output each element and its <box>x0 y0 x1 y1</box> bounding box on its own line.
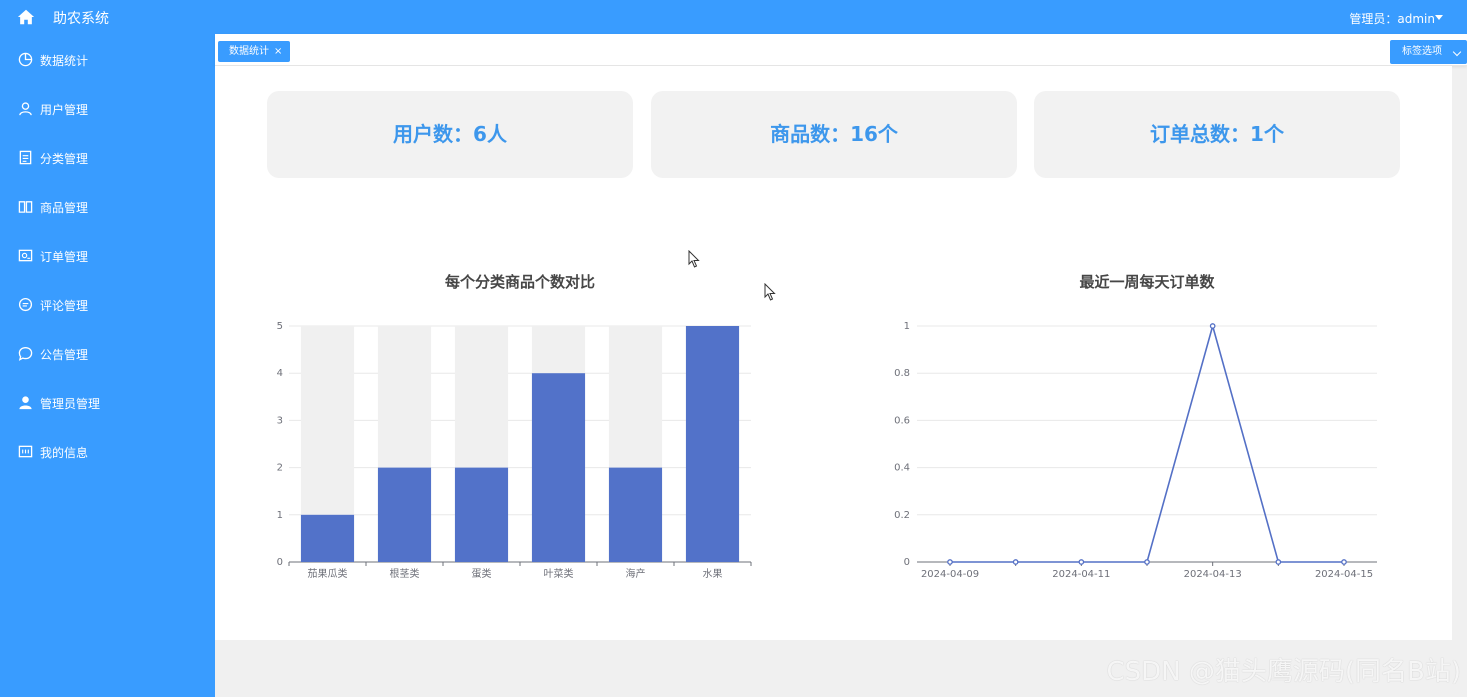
sidebar-item-admins[interactable]: 管理员管理 <box>0 383 215 423</box>
sidebar-item-label: 订单管理 <box>40 250 89 264</box>
order-icon <box>18 249 33 262</box>
sidebar-item-label: 商品管理 <box>40 201 89 215</box>
close-icon[interactable]: × <box>274 46 282 57</box>
x-tick-label: 水果 <box>703 568 723 580</box>
data-point <box>1209 323 1216 329</box>
data-point <box>1275 559 1282 565</box>
sidebar-item-label: 用户管理 <box>40 103 89 117</box>
x-tick-label: 蛋类 <box>472 567 492 580</box>
sidebar-item-stats[interactable]: 数据统计 <box>0 40 215 80</box>
sidebar-item-announcements[interactable]: 公告管理 <box>0 334 215 374</box>
bar <box>377 467 432 562</box>
sidebar-item-label: 分类管理 <box>40 152 89 166</box>
sidebar: 数据统计 用户管理 分类管理 商品管理 订单管理 评论管理 公告管理 管理员管理… <box>0 34 215 697</box>
bar <box>454 467 509 562</box>
y-tick-label: 0.2 <box>894 510 910 521</box>
x-tick-label: 海产 <box>626 567 646 580</box>
sidebar-item-products[interactable]: 商品管理 <box>0 187 215 227</box>
chevron-down-icon <box>1452 47 1462 57</box>
sidebar-item-users[interactable]: 用户管理 <box>0 89 215 129</box>
sidebar-item-orders[interactable]: 订单管理 <box>0 236 215 276</box>
bar <box>531 373 586 562</box>
data-point <box>1144 559 1150 565</box>
top-bar: 助农系统 管理员：admin <box>0 0 1467 34</box>
user-icon <box>19 102 32 116</box>
main-content: 用户数：6人 商品数：16个 订单总数：1个 每个分类商品个数对比 0 1 2 3 4 5 茄… <box>215 66 1452 640</box>
document-icon <box>19 150 32 165</box>
info-card-icon <box>18 445 33 458</box>
chat-bubble-icon <box>18 347 33 361</box>
series-line <box>950 323 1344 563</box>
x-tick-label: 茄果瓜类 <box>308 567 348 580</box>
stat-card-products: 商品数：16个 <box>651 91 1017 178</box>
x-tick-label: 2024-04-15 <box>1315 569 1373 580</box>
sidebar-item-my-info[interactable]: 我的信息 <box>0 432 215 472</box>
chart-title: 每个分类商品个数对比 <box>445 273 595 291</box>
home-icon[interactable] <box>17 8 35 26</box>
app-title: 助农系统 <box>53 11 109 27</box>
bar <box>300 514 355 562</box>
x-tick-label: 叶菜类 <box>544 567 574 580</box>
sidebar-item-comments[interactable]: 评论管理 <box>0 285 215 325</box>
y-tick-label: 2 <box>277 463 283 474</box>
sidebar-item-label: 评论管理 <box>40 299 89 313</box>
admin-user-icon <box>19 396 32 410</box>
data-point <box>1078 559 1085 565</box>
sidebar-item-label: 公告管理 <box>40 348 89 362</box>
y-tick-label: 3 <box>277 415 283 426</box>
bar <box>608 467 663 562</box>
sidebar-item-label: 我的信息 <box>40 446 89 460</box>
y-tick-label: 1 <box>904 321 910 332</box>
tab-stats[interactable]: 数据统计 × <box>218 41 291 62</box>
caret-down-icon[interactable] <box>1435 15 1443 20</box>
comment-icon <box>18 297 33 312</box>
mouse-cursor-icon <box>764 283 776 301</box>
y-tick-label: 0 <box>277 557 283 568</box>
x-tick-label: 2024-04-13 <box>1184 569 1242 580</box>
pie-chart-icon <box>18 52 33 67</box>
stat-card-users: 用户数：6人 <box>267 91 633 178</box>
sidebar-item-label: 数据统计 <box>40 54 89 68</box>
y-tick-label: 4 <box>277 368 283 379</box>
y-tick-label: 0.4 <box>894 463 910 474</box>
tab-options-label: 标签选项 <box>1402 46 1442 57</box>
stat-card-orders: 订单总数：1个 <box>1034 91 1400 178</box>
line-chart: 最近一周每天订单数 0 0.2 0.4 0.6 0.8 1 2024-04-09 2024-04… <box>880 262 1400 592</box>
bar <box>685 326 740 562</box>
watermark: CSDN @猫头鹰源码(同名B站) <box>1106 657 1461 687</box>
y-tick-label: 5 <box>277 321 283 332</box>
y-tick-label: 0 <box>904 557 910 568</box>
admin-user-menu[interactable]: 管理员：admin <box>1349 10 1435 27</box>
sidebar-item-categories[interactable]: 分类管理 <box>0 138 215 178</box>
tab-label: 数据统计 <box>229 46 269 57</box>
mouse-cursor-icon <box>688 250 700 268</box>
x-tick-label: 2024-04-09 <box>921 569 979 580</box>
y-tick-label: 0.8 <box>894 368 910 379</box>
book-icon <box>18 201 33 213</box>
tab-bar: 数据统计 × 标签选项 <box>215 34 1467 66</box>
tab-options-button[interactable]: 标签选项 <box>1390 40 1467 64</box>
sidebar-item-label: 管理员管理 <box>40 397 101 411</box>
bar-chart: 每个分类商品个数对比 0 1 2 3 4 5 茄果瓜类 根茎类 蛋类 叶菜类 海产 水果 <box>255 262 775 592</box>
y-tick-label: 0.6 <box>894 415 910 426</box>
y-tick-label: 1 <box>277 510 283 521</box>
data-point <box>1012 559 1019 565</box>
data-point <box>947 559 953 565</box>
x-tick-label: 2024-04-11 <box>1052 569 1110 580</box>
chart-title: 最近一周每天订单数 <box>1079 273 1215 291</box>
data-point <box>1341 559 1347 565</box>
x-tick-label: 根茎类 <box>390 567 420 580</box>
